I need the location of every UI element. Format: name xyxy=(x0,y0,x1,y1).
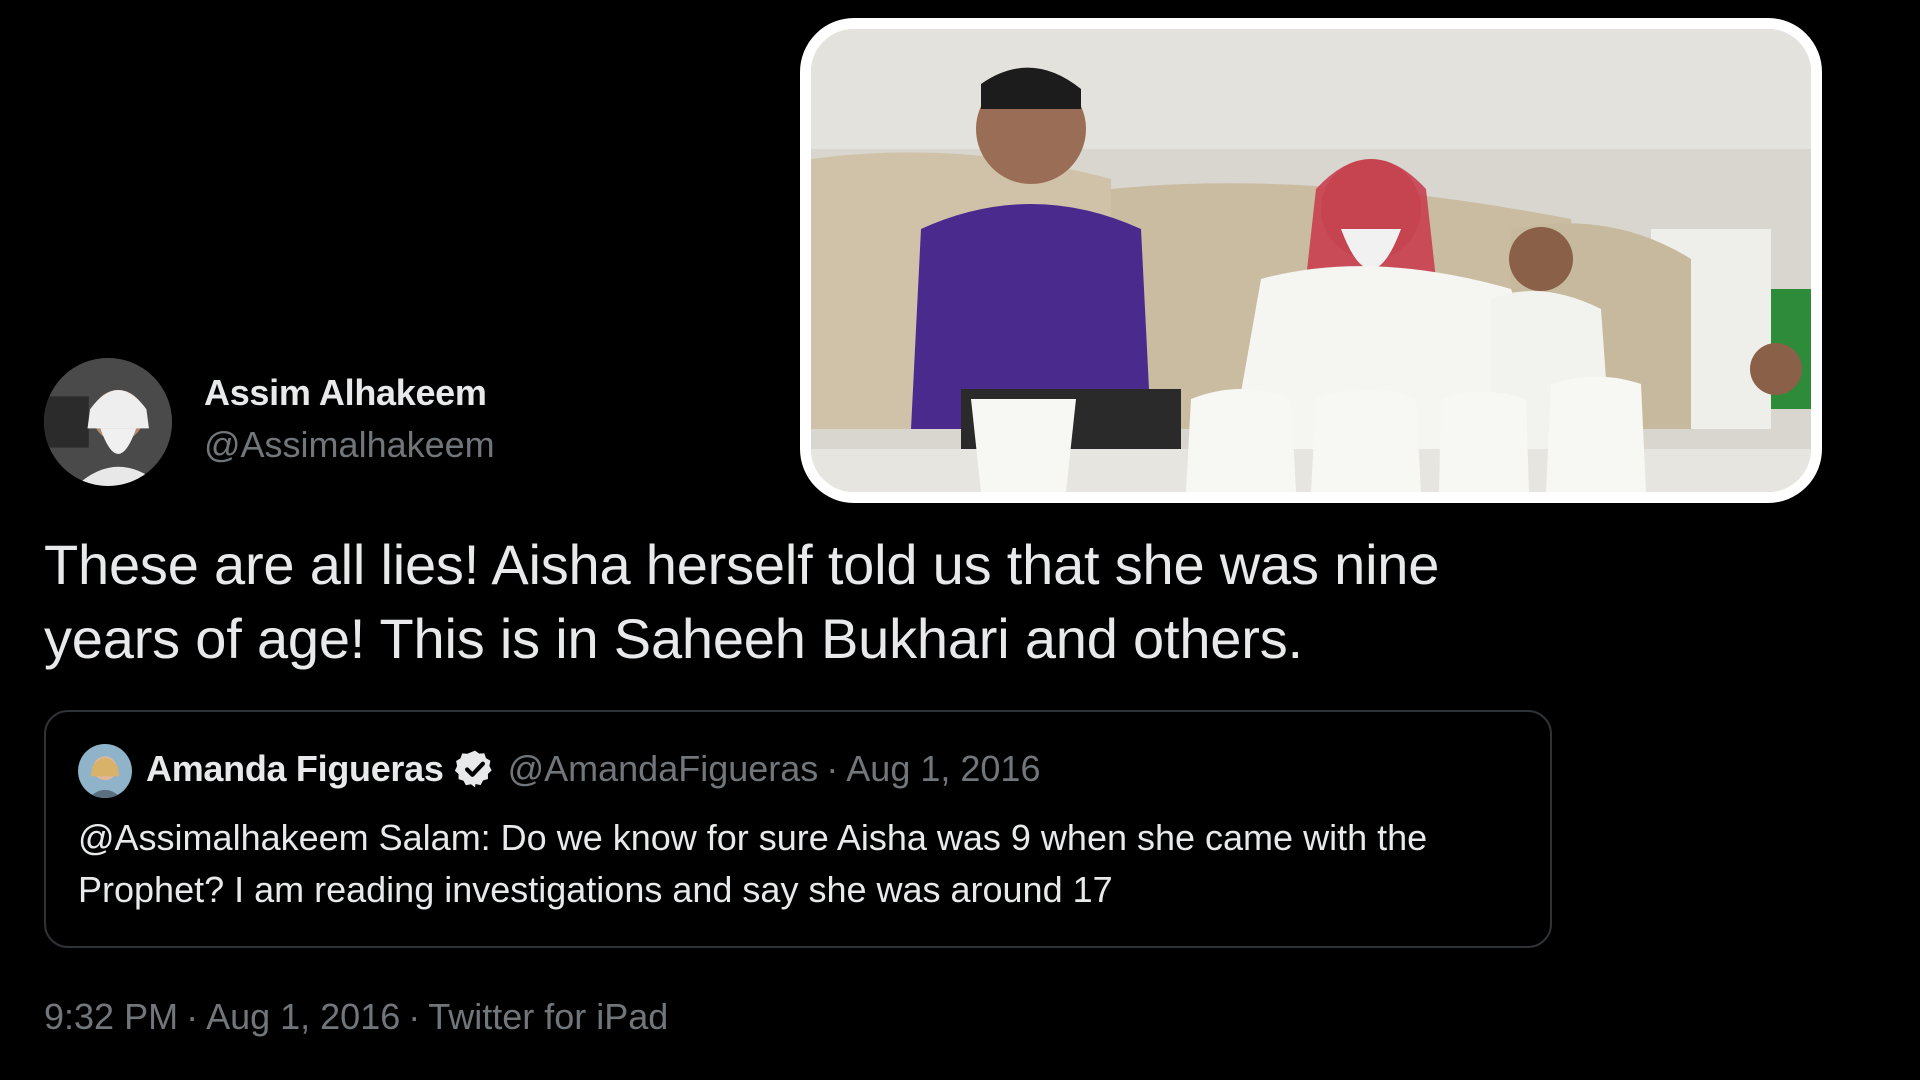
video-frame-image xyxy=(811,29,1811,492)
author-name[interactable]: Assim Alhakeem xyxy=(204,372,487,414)
author-avatar-image xyxy=(44,358,172,486)
tweet-date[interactable]: Aug 1, 2016 xyxy=(206,996,400,1037)
verified-badge-icon xyxy=(454,750,492,788)
quoted-author-avatar xyxy=(78,744,132,798)
quoted-separator: · xyxy=(826,748,839,789)
meta-separator-1: · xyxy=(186,996,199,1037)
quoted-tweet-card[interactable]: Amanda Figueras @AmandaFigueras · Aug 1,… xyxy=(44,710,1552,948)
tweet-text: These are all lies! Aisha herself told u… xyxy=(44,533,1440,670)
author-avatar[interactable] xyxy=(44,358,172,486)
meta-separator-2: · xyxy=(408,996,421,1037)
quoted-tweet-date[interactable]: Aug 1, 2016 xyxy=(846,748,1040,790)
tweet-meta: 9:32 PM · Aug 1, 2016 · Twitter for iPad xyxy=(44,996,668,1038)
video-inset xyxy=(800,18,1822,503)
quoted-author-name[interactable]: Amanda Figueras xyxy=(146,748,444,790)
tweet-time[interactable]: 9:32 PM xyxy=(44,996,178,1037)
quoted-tweet-header: Amanda Figueras @AmandaFigueras · Aug 1,… xyxy=(146,748,1040,790)
tweet-client[interactable]: Twitter for iPad xyxy=(428,996,668,1037)
quoted-tweet-text: @Assimalhakeem Salam: Do we know for sur… xyxy=(78,817,1448,910)
quoted-author-avatar-image xyxy=(78,744,132,798)
author-handle[interactable]: @Assimalhakeem xyxy=(204,424,495,466)
quoted-author-handle[interactable]: @AmandaFigueras xyxy=(508,748,819,790)
